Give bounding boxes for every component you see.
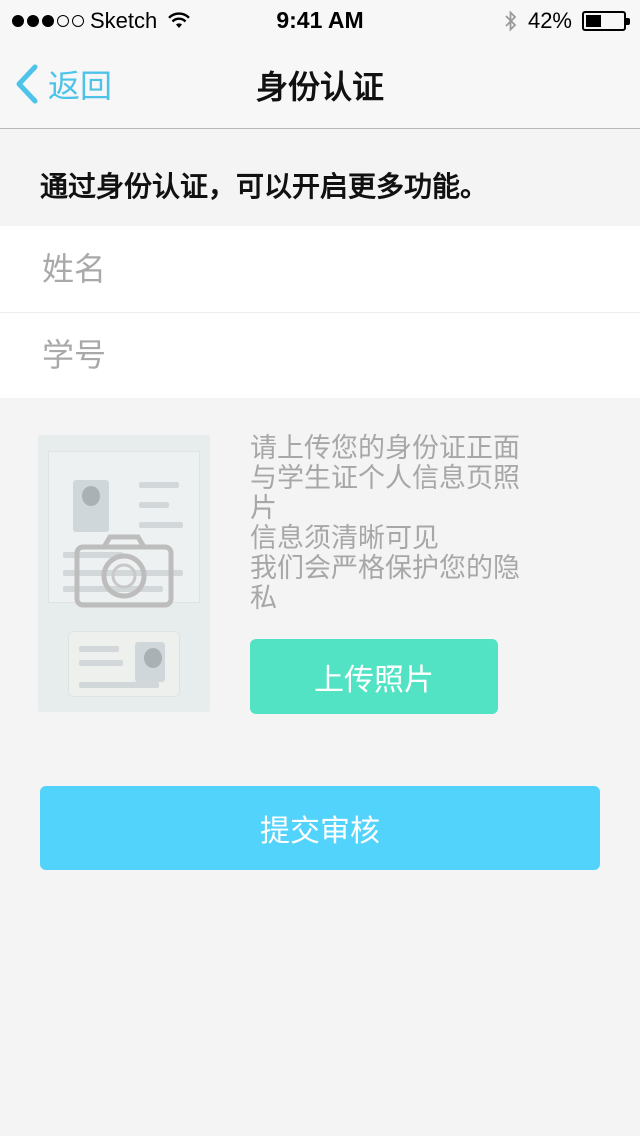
hint-line: 私 <box>250 583 277 613</box>
battery-fill <box>586 15 602 27</box>
status-right: 42% <box>504 8 630 34</box>
name-field-row <box>0 226 640 312</box>
hint-line: 请上传您的身份证正面 <box>250 433 520 463</box>
name-input[interactable] <box>40 249 604 289</box>
page-title: 身份认证 <box>255 69 384 105</box>
hint-line: 我们会严格保护您的隐 <box>250 553 520 583</box>
identity-form <box>0 226 640 398</box>
hint-line: 信息须清晰可见 <box>250 523 439 553</box>
student-id-field-row <box>0 312 640 398</box>
battery-percent: 42% <box>527 8 572 33</box>
sample-id-photo[interactable] <box>38 435 210 712</box>
submit-review-button[interactable]: 提交审核 <box>40 786 600 870</box>
intro-text: 通过身份认证，可以开启更多功能。 <box>40 171 489 202</box>
hint-line: 片 <box>250 493 277 523</box>
hint-line: 与学生证个人信息页照 <box>250 463 520 493</box>
upload-photo-button[interactable]: 上传照片 <box>250 639 498 714</box>
upload-hint: 请上传您的身份证正面 与学生证个人信息页照 片 信息须清晰可见 我们会严格保护您… <box>250 433 560 613</box>
student-id-input[interactable] <box>40 336 604 375</box>
battery-icon <box>582 11 630 31</box>
sample-student-card <box>68 631 180 697</box>
status-bar: Sketch 9:41 AM 42% <box>0 0 640 40</box>
bluetooth-icon <box>505 10 517 32</box>
nav-bar: 返回 身份认证 <box>0 40 640 129</box>
camera-icon <box>74 534 174 608</box>
